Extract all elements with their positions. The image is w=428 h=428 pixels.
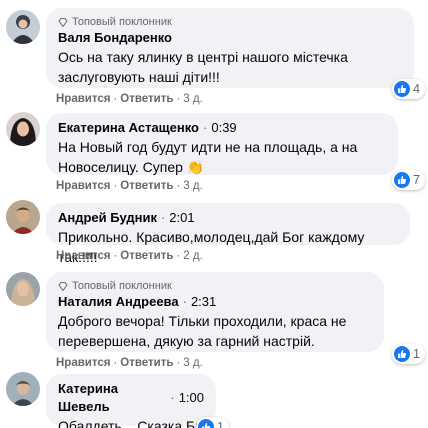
comment-bubble: Катерина Шевель · 1:00 Обалдеть....Сказк… [46,374,230,428]
reaction-number: 1 [217,420,224,428]
reaction-count[interactable]: 1 [392,344,425,364]
comment-bubble: Андрей Будник · 2:01 Прикольно. Красиво,… [46,203,410,265]
like-link[interactable]: Нравится [56,180,110,192]
avatar[interactable] [6,272,40,306]
avatar[interactable] [6,372,40,406]
voice-message-duration[interactable]: 2:01 [169,209,194,227]
comment-text-line: перевершена, дякую за гарний настрій. [58,333,315,349]
voice-message-duration[interactable]: 1:00 [179,389,204,407]
comment-text-line: Ось на таку ялинку в центрі нашого місте… [58,49,348,65]
separator: · [182,294,187,309]
reaction-number: 1 [413,347,420,361]
reply-link[interactable]: Ответить [120,357,173,369]
avatar[interactable] [6,112,40,146]
separator: · [160,210,166,225]
comment-actions: Нравится · Ответить · 2 д. [56,250,203,262]
reaction-number: 7 [413,173,420,187]
separator: · [113,93,118,105]
comment-bubble: Екатерина Астащенко · 0:39 На Новый год … [46,113,398,175]
like-reaction-icon [394,346,410,362]
comment-actions: Нравится · Ответить · 3 д. [56,93,203,105]
comment-text-line: заслуговують наші діти!!! [58,69,220,85]
separator: · [113,250,118,262]
like-reaction-icon [394,172,410,188]
separator: · [170,390,175,405]
timestamp[interactable]: 3 д. [183,357,203,369]
like-link[interactable]: Нравится [56,357,110,369]
timestamp[interactable]: 3 д. [183,93,203,105]
reaction-number: 4 [413,82,420,96]
comment-actions: Нравится · Ответить · 3 д. [56,180,203,192]
separator: · [176,357,181,369]
top-fan-badge: Топовый поклонник [58,15,402,29]
author-name[interactable]: Екатерина Астащенко [58,119,199,137]
separator: · [176,93,181,105]
voice-message-duration[interactable]: 0:39 [211,119,236,137]
comment-text-line: Доброго вечора! Тільки проходили, краса … [58,313,347,329]
comment-text-line: На Новый год будут идти не на площадь, а… [58,139,358,155]
author-name[interactable]: Валя Бондаренко [58,29,172,47]
separator: · [113,357,118,369]
author-name[interactable]: Катерина Шевель [58,380,166,416]
like-link[interactable]: Нравится [56,93,110,105]
separator: · [203,120,208,135]
reply-link[interactable]: Ответить [120,250,173,262]
comment-text-line: Новоселицу. Супер 👏 [58,159,205,175]
author-name[interactable]: Андрей Будник [58,209,157,227]
comment-bubble: Топовый поклонник Наталия Андреева · 2:3… [46,272,384,352]
voice-message-duration[interactable]: 2:31 [191,293,216,311]
diamond-icon [58,17,68,27]
reply-link[interactable]: Ответить [120,180,173,192]
author-name[interactable]: Наталия Андреева [58,293,179,311]
timestamp[interactable]: 2 д. [183,250,203,262]
top-fan-badge: Топовый поклонник [58,279,372,293]
reaction-count[interactable]: 7 [392,170,425,190]
separator: · [176,180,181,192]
timestamp[interactable]: 3 д. [183,180,203,192]
separator: · [176,250,181,262]
avatar[interactable] [6,200,40,234]
comment-text-line: Обалдеть....Сказка.Браво. [58,418,230,428]
like-link[interactable]: Нравится [56,250,110,262]
like-reaction-icon [394,81,410,97]
comment-bubble: Топовый поклонник Валя Бондаренко Ось на… [46,8,414,88]
reaction-count[interactable]: 4 [392,79,425,99]
like-reaction-icon [198,419,214,428]
reaction-count[interactable]: 1 [196,417,229,428]
reply-link[interactable]: Ответить [120,93,173,105]
badge-label: Топовый поклонник [72,280,172,292]
separator: · [113,180,118,192]
avatar[interactable] [6,10,40,44]
comment-actions: Нравится · Ответить · 3 д. [56,357,203,369]
diamond-icon [58,281,68,291]
badge-label: Топовый поклонник [72,16,172,28]
